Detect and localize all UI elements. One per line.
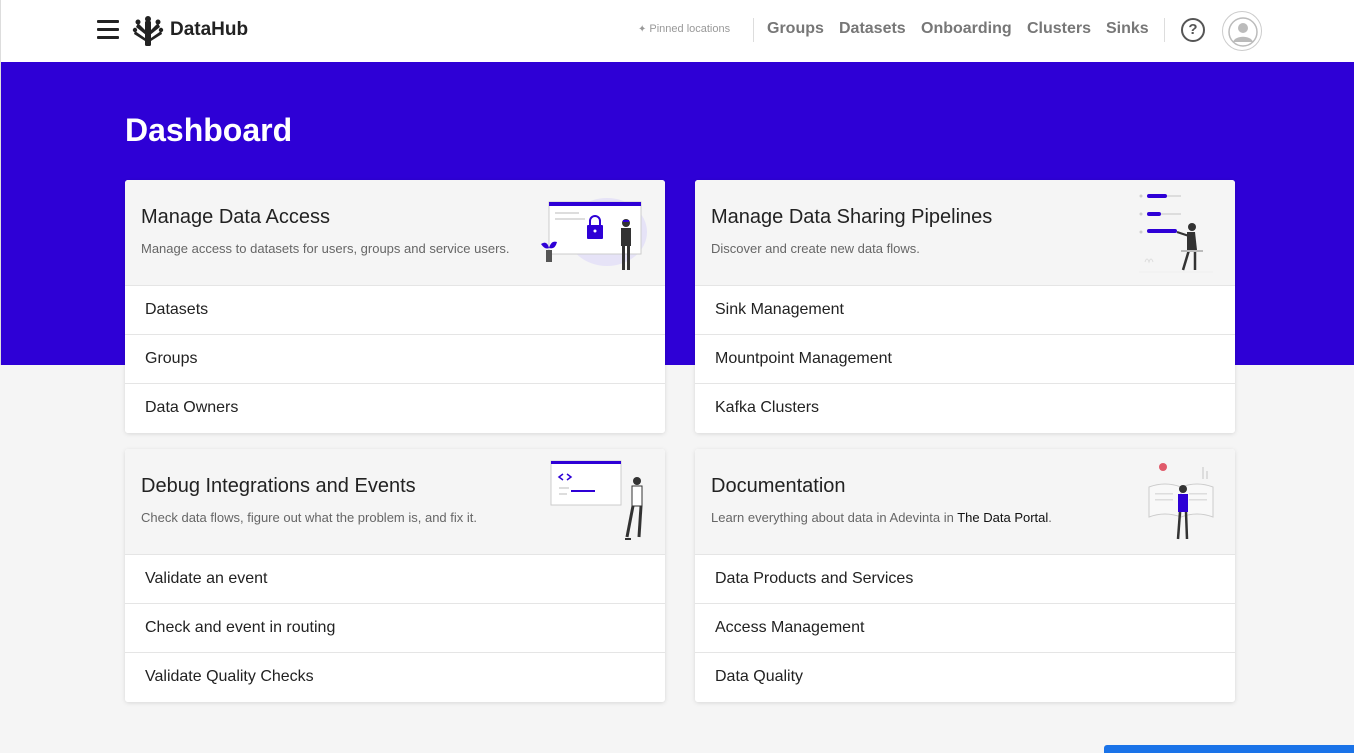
card-title: Manage Data Sharing Pipelines [711,206,993,228]
card-title: Documentation [711,475,846,497]
card-link-groups[interactable]: Groups [125,335,665,384]
pin-icon: ✦ [638,24,647,35]
card-description: Discover and create new data flows. [711,241,920,256]
data-portal-link[interactable]: The Data Portal [957,510,1048,525]
card-link-check-event-in-routing[interactable]: Check and event in routing [125,604,665,653]
nav-link-clusters[interactable]: Clusters [1027,20,1091,38]
pinned-locations[interactable]: ✦ Pinned locations [638,23,730,35]
nav-link-groups[interactable]: Groups [767,20,824,38]
page-title: Dashboard [125,112,293,148]
documentation-illustration [1148,463,1214,540]
card-link-access-management[interactable]: Access Management [695,604,1235,653]
card-title: Manage Data Access [141,206,330,228]
card-header: Debug Integrations and Events Check data… [125,449,665,555]
card-debug-integrations-and-events: Debug Integrations and Events Check data… [125,449,665,702]
brand-name[interactable]: DataHub [170,19,248,41]
pipelines-illustration [1139,194,1213,273]
pinned-locations-label: Pinned locations [649,23,731,35]
card-description-text: Learn everything about data in Adevinta … [711,510,958,525]
card-header: Documentation Learn everything about dat… [695,449,1235,555]
top-navbar: DataHub ✦ Pinned locations Groups Dataset… [0,0,1354,62]
help-icon[interactable]: ? [1181,18,1205,42]
nav-divider [1164,18,1165,42]
card-description: Learn everything about data in Adevinta … [711,510,1052,525]
card-link-data-owners[interactable]: Data Owners [125,384,665,433]
card-link-datasets[interactable]: Datasets [125,286,665,335]
data-access-illustration [541,198,647,270]
datahub-logo-icon[interactable] [132,14,164,48]
card-description: Manage access to datasets for users, gro… [141,241,510,256]
card-title: Debug Integrations and Events [141,475,416,497]
card-documentation: Documentation Learn everything about dat… [695,449,1235,702]
card-link-sink-management[interactable]: Sink Management [695,286,1235,335]
card-link-validate-quality-checks[interactable]: Validate Quality Checks [125,653,665,702]
card-manage-data-sharing-pipelines: Manage Data Sharing Pipelines Discover a… [695,180,1235,433]
card-link-mountpoint-management[interactable]: Mountpoint Management [695,335,1235,384]
nav-link-sinks[interactable]: Sinks [1106,20,1149,38]
card-header: Manage Data Sharing Pipelines Discover a… [695,180,1235,286]
floating-action-bar[interactable] [1104,745,1354,753]
card-description-suffix: . [1048,510,1052,525]
nav-divider [753,18,754,42]
nav-link-datasets[interactable]: Datasets [839,20,906,38]
debug-illustration [550,460,643,540]
card-manage-data-access: Manage Data Access Manage access to data… [125,180,665,433]
user-avatar-icon[interactable] [1222,11,1262,51]
card-link-data-products-and-services[interactable]: Data Products and Services [695,555,1235,604]
card-link-kafka-clusters[interactable]: Kafka Clusters [695,384,1235,433]
nav-link-onboarding[interactable]: Onboarding [921,20,1012,38]
card-description: Check data flows, figure out what the pr… [141,510,478,525]
card-link-data-quality[interactable]: Data Quality [695,653,1235,702]
menu-icon[interactable] [97,20,119,40]
card-header: Manage Data Access Manage access to data… [125,180,665,286]
card-link-validate-an-event[interactable]: Validate an event [125,555,665,604]
